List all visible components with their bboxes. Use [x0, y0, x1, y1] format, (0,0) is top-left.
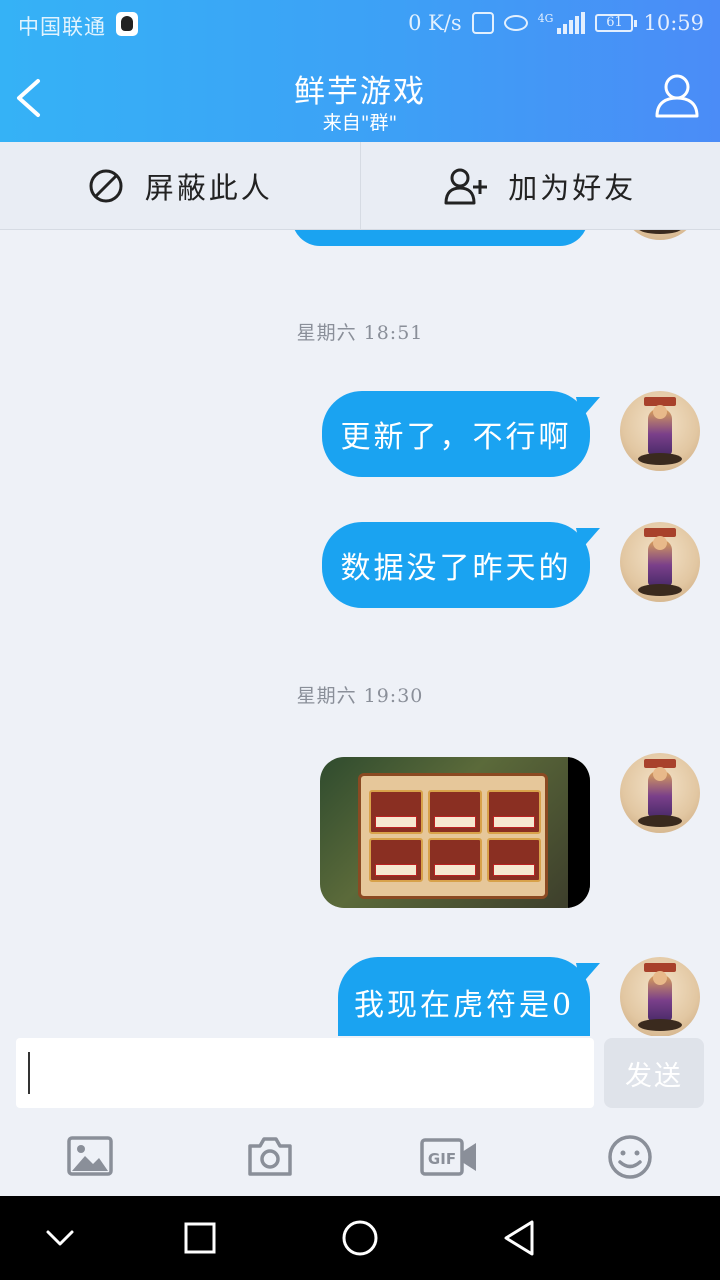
- add-friend-label: 加为好友: [508, 170, 637, 205]
- emoji-icon[interactable]: [606, 1134, 654, 1180]
- camera-icon[interactable]: [246, 1134, 294, 1180]
- page-title: 鲜芋游戏: [294, 74, 426, 110]
- back-nav-icon[interactable]: [500, 1218, 540, 1258]
- qq-notification-icon: [116, 12, 138, 36]
- message-bubble[interactable]: 我现在虎符是0: [338, 957, 590, 1036]
- avatar-partial[interactable]: [620, 230, 700, 240]
- carrier-label: 中国联通: [18, 15, 106, 39]
- text-caret: [28, 1052, 30, 1094]
- avatar[interactable]: [620, 522, 700, 602]
- avatar[interactable]: [620, 957, 700, 1036]
- chevron-down-icon[interactable]: [40, 1218, 80, 1258]
- message-bubble[interactable]: 数据没了昨天的: [322, 522, 590, 608]
- send-button[interactable]: 发送: [604, 1038, 704, 1108]
- action-bar: 屏蔽此人 加为好友: [0, 142, 720, 230]
- profile-icon[interactable]: [654, 72, 700, 118]
- battery-icon: 61: [595, 14, 638, 32]
- avatar[interactable]: [620, 753, 700, 833]
- block-user-label: 屏蔽此人: [144, 170, 273, 205]
- image-message[interactable]: [320, 757, 590, 908]
- message-bubble[interactable]: 更新了，不行啊: [322, 391, 590, 477]
- add-user-icon: [444, 168, 488, 204]
- signal-icon: 4G: [538, 12, 586, 34]
- timestamp: 星期六 19:30: [296, 685, 424, 707]
- vibrate-icon: [471, 12, 494, 34]
- composer: 发送 GIF: [0, 1036, 720, 1196]
- avatar[interactable]: [620, 391, 700, 471]
- home-icon[interactable]: [340, 1218, 380, 1258]
- svg-text:GIF: GIF: [428, 1150, 456, 1168]
- clock: 10:59: [643, 11, 704, 35]
- system-nav-bar: [0, 1196, 720, 1280]
- eye-comfort-icon: [503, 15, 528, 31]
- message-input[interactable]: [16, 1038, 594, 1108]
- recent-apps-icon[interactable]: [180, 1218, 220, 1258]
- timestamp: 星期六 18:51: [296, 322, 424, 344]
- network-type: 4G: [537, 12, 554, 25]
- add-friend-button[interactable]: 加为好友: [361, 142, 720, 229]
- header-bar: 中国联通 0 K/s 4G 61 10:59 鲜芋游戏 来自"群": [0, 0, 720, 142]
- network-speed: 0 K/s: [408, 11, 462, 35]
- block-user-button[interactable]: 屏蔽此人: [0, 142, 361, 229]
- page-subtitle: 来自"群": [322, 112, 398, 134]
- game-screenshot: [358, 773, 548, 899]
- block-icon: [89, 169, 123, 202]
- gif-icon[interactable]: GIF: [420, 1134, 478, 1180]
- message-bubble-partial[interactable]: [292, 230, 588, 246]
- chat-area[interactable]: 星期六 18:51 更新了，不行啊 数据没了昨天的 星期六 19:30 我现在虎…: [0, 230, 720, 1036]
- image-icon[interactable]: [66, 1134, 114, 1180]
- status-bar: 中国联通 0 K/s 4G 61 10:59: [0, 0, 720, 50]
